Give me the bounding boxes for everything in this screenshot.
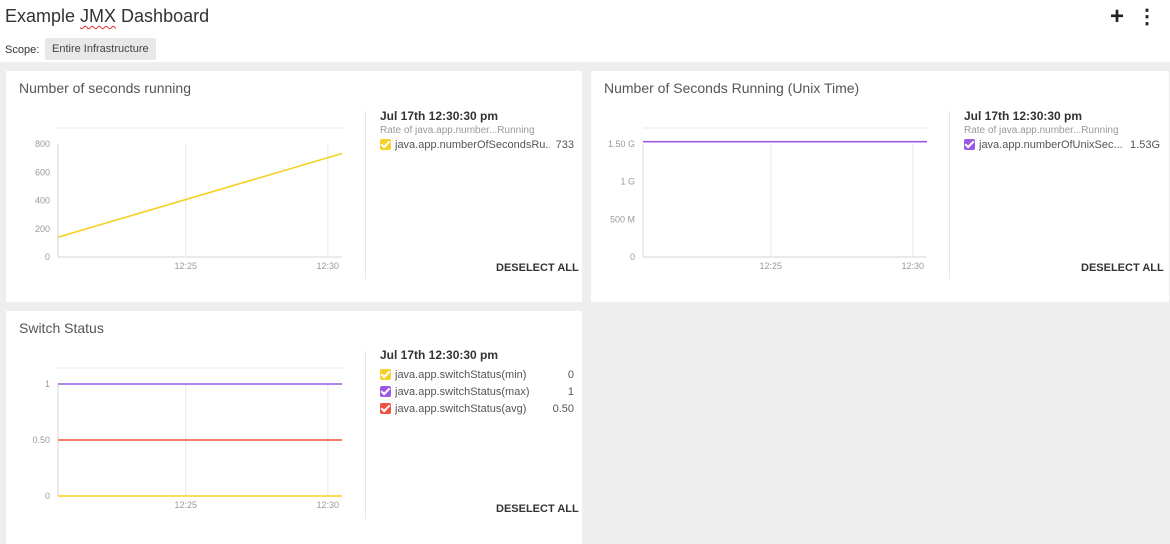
legend-divider: [365, 111, 366, 279]
series-line: [57, 152, 343, 238]
more-options-icon[interactable]: ⋮: [1136, 5, 1158, 31]
x-tick-label: 12:30: [317, 500, 340, 510]
legend-item[interactable]: java.app.switchStatus(max) 1: [380, 383, 574, 400]
legend-divider: [365, 351, 366, 519]
legend-timestamp: Jul 17th 12:30:30 pm: [380, 348, 499, 362]
legend-series-list: java.app.numberOfSecondsRu... 733: [380, 136, 574, 153]
legend-item[interactable]: java.app.numberOfUnixSec... 1.53G: [964, 136, 1160, 153]
y-tick-label: 0: [45, 491, 50, 501]
x-tick-label: 12:30: [902, 261, 925, 271]
y-tick-label: 1.50 G: [608, 139, 635, 149]
series-checkbox[interactable]: [380, 386, 391, 397]
y-tick-label: 1: [45, 379, 50, 389]
y-tick-label: 0: [45, 252, 50, 262]
legend-timestamp: Jul 17th 12:30:30 pm: [380, 109, 499, 123]
series-name: java.app.switchStatus(avg): [395, 402, 527, 415]
series-value: 1: [567, 385, 574, 398]
y-tick-label: 600: [35, 167, 50, 177]
deselect-all-button[interactable]: DESELECT ALL: [496, 262, 579, 274]
chart-legend: Jul 17th 12:30:30 pm java.app.switchStat…: [380, 348, 574, 417]
series-name: java.app.switchStatus(min): [395, 368, 527, 381]
series-value: 0.50: [552, 402, 574, 415]
deselect-all-button[interactable]: DESELECT ALL: [1081, 262, 1164, 274]
deselect-all-button[interactable]: DESELECT ALL: [496, 503, 579, 515]
add-widget-button[interactable]: +: [1106, 4, 1128, 30]
y-tick-label: 1 G: [620, 177, 635, 187]
widget-seconds-running: Number of seconds running 12:25 12:30 0 200…: [6, 71, 582, 302]
chart-legend: Jul 17th 12:30:30 pm Rate of java.app.nu…: [964, 109, 1160, 153]
x-tick-label: 12:30: [317, 261, 340, 271]
widget-seconds-running-unix: Number of Seconds Running (Unix Time) 12…: [591, 71, 1169, 302]
title-prefix: Example: [5, 6, 81, 26]
series-checkbox[interactable]: [380, 139, 391, 150]
y-tick-label: 400: [35, 196, 50, 206]
legend-subtitle: Rate of java.app.number...Running: [964, 125, 1119, 136]
title-jmx: JMX: [80, 6, 117, 26]
legend-series-list: java.app.switchStatus(min) 0 java.app.swit…: [380, 366, 574, 417]
legend-subtitle: Rate of java.app.number...Running: [380, 125, 535, 136]
title-suffix: Dashboard: [116, 6, 210, 26]
series-value: 733: [555, 138, 574, 151]
legend-item[interactable]: java.app.switchStatus(avg) 0.50: [380, 400, 574, 417]
y-tick-label: 0.50: [32, 435, 50, 445]
y-tick-label: 200: [35, 224, 50, 234]
y-tick-label: 800: [35, 139, 50, 149]
chart-legend: Jul 17th 12:30:30 pm Rate of java.app.nu…: [380, 109, 574, 153]
dashboard-header: Example JMX Dashboard + ⋮ Scope: Entire …: [0, 0, 1170, 62]
legend-item[interactable]: java.app.numberOfSecondsRu... 733: [380, 136, 574, 153]
series-checkbox[interactable]: [380, 403, 391, 414]
legend-timestamp: Jul 17th 12:30:30 pm: [964, 109, 1083, 123]
series-name: java.app.switchStatus(max): [395, 385, 530, 398]
series-checkbox[interactable]: [380, 369, 391, 380]
scope-selector[interactable]: Entire Infrastructure: [45, 38, 156, 60]
series-name: java.app.numberOfSecondsRu...: [395, 138, 550, 151]
legend-divider: [949, 111, 950, 279]
legend-item[interactable]: java.app.switchStatus(min) 0: [380, 366, 574, 383]
y-tick-label: 500 M: [610, 214, 635, 224]
widget-switch-status: Switch Status 12:25 12:30 0 0.50 1 Jul 17th …: [6, 311, 582, 544]
y-tick-label: 0: [630, 252, 635, 262]
x-tick-label: 12:25: [760, 261, 783, 271]
x-tick-label: 12:25: [175, 500, 198, 510]
x-tick-label: 12:25: [175, 261, 198, 271]
dashboard-title: Example JMX Dashboard: [5, 6, 209, 27]
series-value: 0: [567, 368, 574, 381]
series-name: java.app.numberOfUnixSec...: [979, 138, 1123, 151]
series-checkbox[interactable]: [964, 139, 975, 150]
series-value: 1.53G: [1130, 138, 1160, 151]
legend-series-list: java.app.numberOfUnixSec... 1.53G: [964, 136, 1160, 153]
scope-label: Scope:: [5, 44, 40, 56]
